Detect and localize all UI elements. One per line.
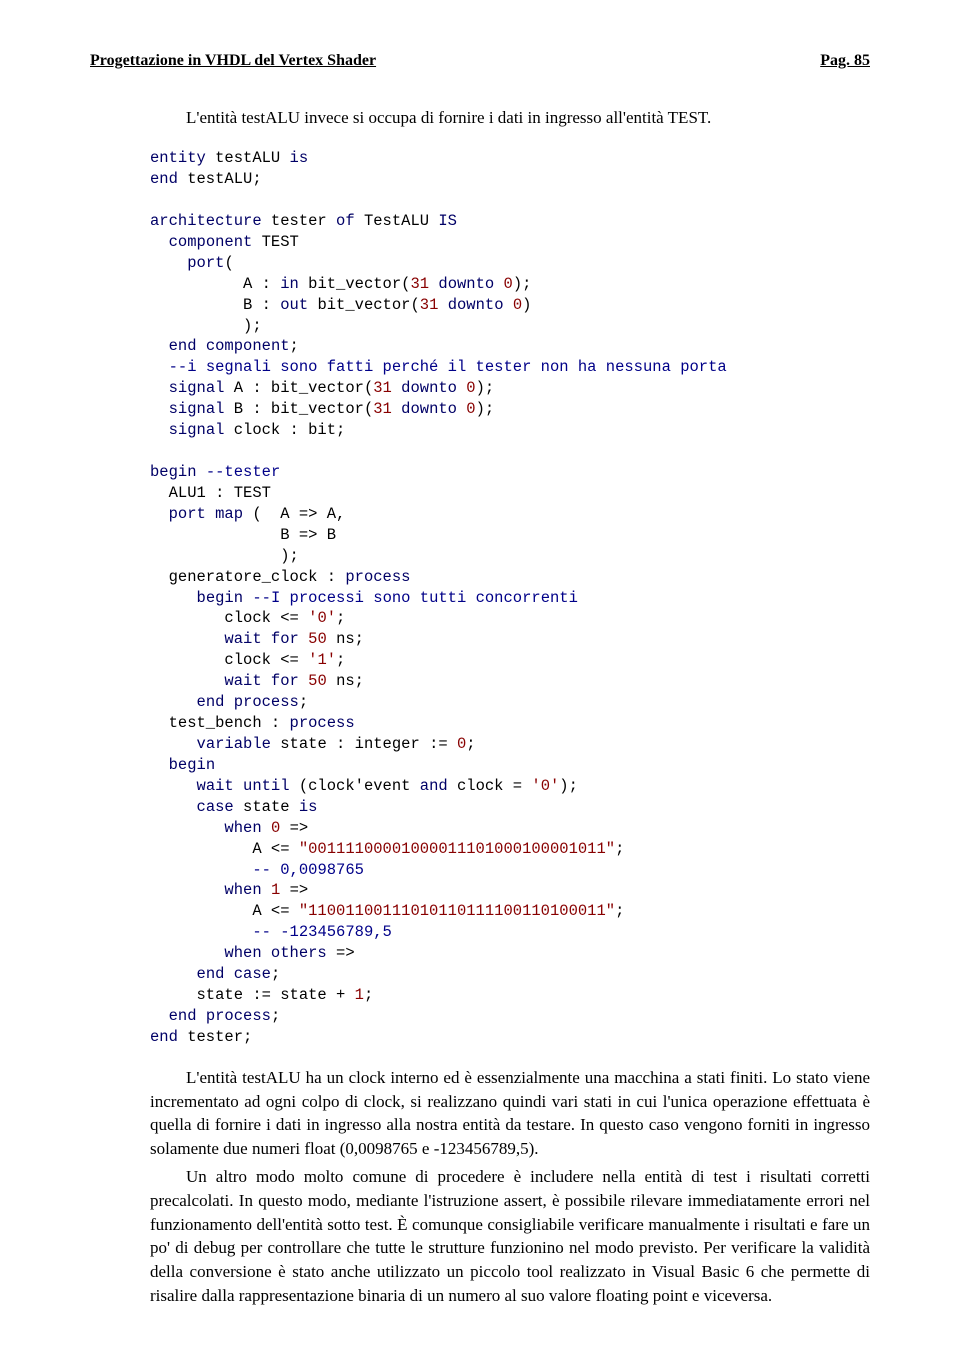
paragraph-2: L'entità testALU ha un clock interno ed … [150,1066,870,1161]
page-header: Progettazione in VHDL del Vertex Shader … [90,50,870,72]
intro-paragraph: L'entità testALU invece si occupa di for… [150,106,870,130]
intro-text: L'entità testALU invece si occupa di for… [186,108,711,127]
para2-text: L'entità testALU ha un clock interno ed … [150,1068,870,1158]
paragraph-3: Un altro modo molto comune di procedere … [150,1165,870,1308]
header-title: Progettazione in VHDL del Vertex Shader [90,50,376,72]
page-body: L'entità testALU invece si occupa di for… [90,106,870,1307]
vhdl-code-listing: entity testALU is end testALU; architect… [150,148,870,1048]
header-page: Pag. 85 [820,50,870,72]
para3-text: Un altro modo molto comune di procedere … [150,1167,870,1305]
